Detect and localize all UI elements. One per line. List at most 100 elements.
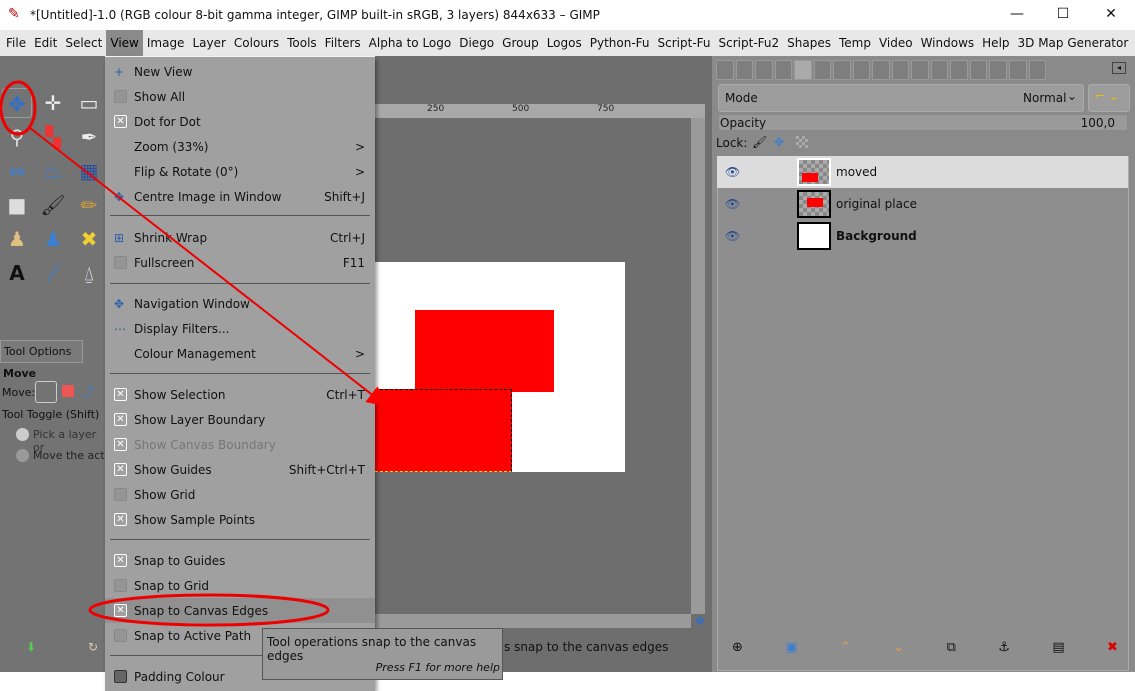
clone-tool-icon[interactable]: ♟ (2, 224, 32, 254)
lock-pixels-icon[interactable]: 🖌 (752, 135, 767, 149)
new-group-icon[interactable]: ▣ (785, 640, 797, 655)
menu-filters[interactable]: Filters (321, 30, 365, 56)
menu-item-show-sample-points[interactable]: ✕ Show Sample Points (105, 507, 375, 532)
dock-tab-paths-icon[interactable] (989, 60, 1007, 80)
gradient-tool-icon[interactable]: ■ (2, 190, 32, 220)
menu-tools[interactable]: Tools (283, 30, 321, 56)
perspective-clone-icon[interactable]: ♟ (38, 224, 68, 254)
menu-windows[interactable]: Windows (917, 30, 979, 56)
menu-script-fu2[interactable]: Script-Fu2 (715, 30, 784, 56)
align-tool-icon[interactable]: ✛ (38, 88, 68, 118)
eye-icon[interactable]: 👁 (725, 165, 740, 179)
menu-3d-map-generator[interactable]: 3D Map Generator (1014, 30, 1133, 56)
dock-menu-button[interactable]: ◂ (1112, 62, 1126, 74)
tab-tool-options[interactable]: Tool Options (0, 340, 83, 363)
duplicate-layer-icon[interactable]: ⧉ (947, 640, 956, 655)
delete-layer-icon[interactable]: ✖ (1107, 640, 1118, 655)
dock-tab-patterns-icon[interactable] (813, 60, 832, 80)
dock-tab-channels-icon[interactable] (852, 60, 871, 80)
dock-tab-brushes-icon[interactable] (774, 60, 793, 80)
move-selection-button[interactable] (62, 385, 74, 397)
menu-colours[interactable]: Colours (230, 30, 283, 56)
anchor-layer-icon[interactable]: ⚓ (998, 640, 1010, 655)
eye-icon[interactable]: 👁 (725, 197, 740, 211)
dock-tab-gradients-icon[interactable] (833, 60, 851, 80)
menu-item-show-layer-boundary[interactable]: ✕ Show Layer Boundary (105, 407, 375, 432)
minimize-button[interactable]: — (994, 0, 1040, 29)
zoom-tool-icon[interactable]: ⚲ (2, 122, 32, 152)
menu-item-centre-image-in-window[interactable]: ✥ Centre Image in Window Shift+J (105, 184, 375, 209)
dock-tab-selection-icon[interactable] (930, 60, 949, 80)
menu-item-snap-to-grid[interactable]: Snap to Grid (105, 573, 375, 598)
paintbrush-icon[interactable]: 🖌 (38, 190, 68, 220)
dock-tab-palettes-icon[interactable] (872, 60, 890, 80)
move-tool-icon[interactable]: ✥ (2, 88, 32, 118)
move-layer-button[interactable] (35, 381, 57, 403)
heal-tool-icon[interactable]: ✖ (74, 224, 104, 254)
flip-tool-icon[interactable]: ⇔ (2, 156, 32, 186)
save-preset-icon[interactable]: ⬇ (26, 640, 36, 654)
menu-edit[interactable]: Edit (30, 30, 61, 56)
menu-item-shrink-wrap[interactable]: ⊞ Shrink Wrap Ctrl+J (105, 225, 375, 250)
measure-tool-icon[interactable]: ⍙ (74, 258, 104, 288)
opacity-spinner[interactable]: Opacity 100,0 (718, 114, 1128, 131)
close-button[interactable]: ✕ (1088, 0, 1134, 29)
dock-tab-histogram-icon[interactable] (969, 60, 988, 80)
dock-tab-fonts-icon[interactable] (911, 60, 929, 80)
dock-tab-fg-bg-icon[interactable] (755, 60, 773, 80)
text-tool-icon[interactable]: A (2, 258, 32, 288)
menu-select[interactable]: Select (61, 30, 106, 56)
menu-item-new-view[interactable]: + New View (105, 59, 375, 84)
menu-item-fullscreen[interactable]: Fullscreen F11 (105, 250, 375, 275)
menu-item-colour-management[interactable]: Colour Management > (105, 341, 375, 366)
mode-select[interactable]: Mode Normal ⌄ (718, 84, 1084, 112)
fuzzy-select-icon[interactable]: ▚ (38, 122, 68, 152)
menu-shapes[interactable]: Shapes (783, 30, 835, 56)
eye-icon[interactable]: 👁 (725, 229, 740, 243)
menu-python-fu[interactable]: Python-Fu (586, 30, 654, 56)
menu-alpha-to-logo[interactable]: Alpha to Logo (365, 30, 456, 56)
menu-item-snap-to-canvas-edges[interactable]: ✕ Snap to Canvas Edges (105, 598, 375, 623)
menu-item-flip-rotate-0[interactable]: Flip & Rotate (0°) > (105, 159, 375, 184)
dock-tab-images-icon[interactable] (950, 60, 968, 80)
horizontal-scrollbar[interactable] (375, 614, 691, 628)
menu-video[interactable]: Video (875, 30, 917, 56)
menu-view[interactable]: View (106, 30, 143, 56)
menu-group[interactable]: Group (498, 30, 543, 56)
menu-item-zoom-33[interactable]: Zoom (33%) > (105, 134, 375, 159)
menu-item-display-filters[interactable]: ⋯ Display Filters... (105, 316, 375, 341)
vertical-scrollbar[interactable] (691, 104, 705, 614)
layer-row-background[interactable]: 👁 Background (717, 220, 1128, 252)
lock-position-icon[interactable]: ✥ (774, 135, 784, 149)
mask-icon[interactable]: ▤ (1052, 640, 1064, 655)
dock-tab-pointer-icon[interactable] (1028, 60, 1047, 80)
pencil-icon[interactable]: ✏ (74, 190, 104, 220)
raise-layer-icon[interactable]: ⌃ (840, 640, 851, 655)
layer-row-original-place[interactable]: 👁 original place (717, 188, 1128, 220)
menu-item-show-all[interactable]: Show All (105, 84, 375, 109)
menu-item-dot-for-dot[interactable]: ✕ Dot for Dot (105, 109, 375, 134)
menu-script-fu[interactable]: Script-Fu (654, 30, 715, 56)
dock-tab-colours-icon[interactable] (891, 60, 910, 80)
layer-row-moved[interactable]: 👁 moved (717, 156, 1128, 188)
lock-alpha-icon[interactable] (796, 136, 808, 148)
menu-item-show-selection[interactable]: ✕ Show Selection Ctrl+T (105, 382, 375, 407)
radio-move-active[interactable] (16, 449, 29, 462)
dock-tab-layers-icon[interactable] (794, 60, 812, 80)
menu-layer[interactable]: Layer (188, 30, 229, 56)
dock-tab-undo-icon[interactable] (735, 60, 754, 80)
radio-pick-layer[interactable] (16, 428, 29, 441)
lower-layer-icon[interactable]: ⌄ (893, 640, 904, 655)
composite-mode-select[interactable]: ⌐ ⌄ (1088, 84, 1130, 112)
menu-image[interactable]: Image (143, 30, 189, 56)
color-picker-icon[interactable]: ⁄ (38, 258, 68, 288)
menu-file[interactable]: File (2, 30, 30, 56)
navigate-icon[interactable]: ✥ (695, 614, 705, 628)
menu-help[interactable]: Help (978, 30, 1013, 56)
menu-logos[interactable]: Logos (543, 30, 586, 56)
reset-icon[interactable]: ↻ (88, 640, 98, 654)
cage-tool-icon[interactable]: ▦ (74, 156, 104, 186)
menu-item-navigation-window[interactable]: ✥ Navigation Window (105, 291, 375, 316)
menu-temp[interactable]: Temp (835, 30, 875, 56)
dock-tab-tool-presets-icon[interactable] (716, 60, 734, 80)
